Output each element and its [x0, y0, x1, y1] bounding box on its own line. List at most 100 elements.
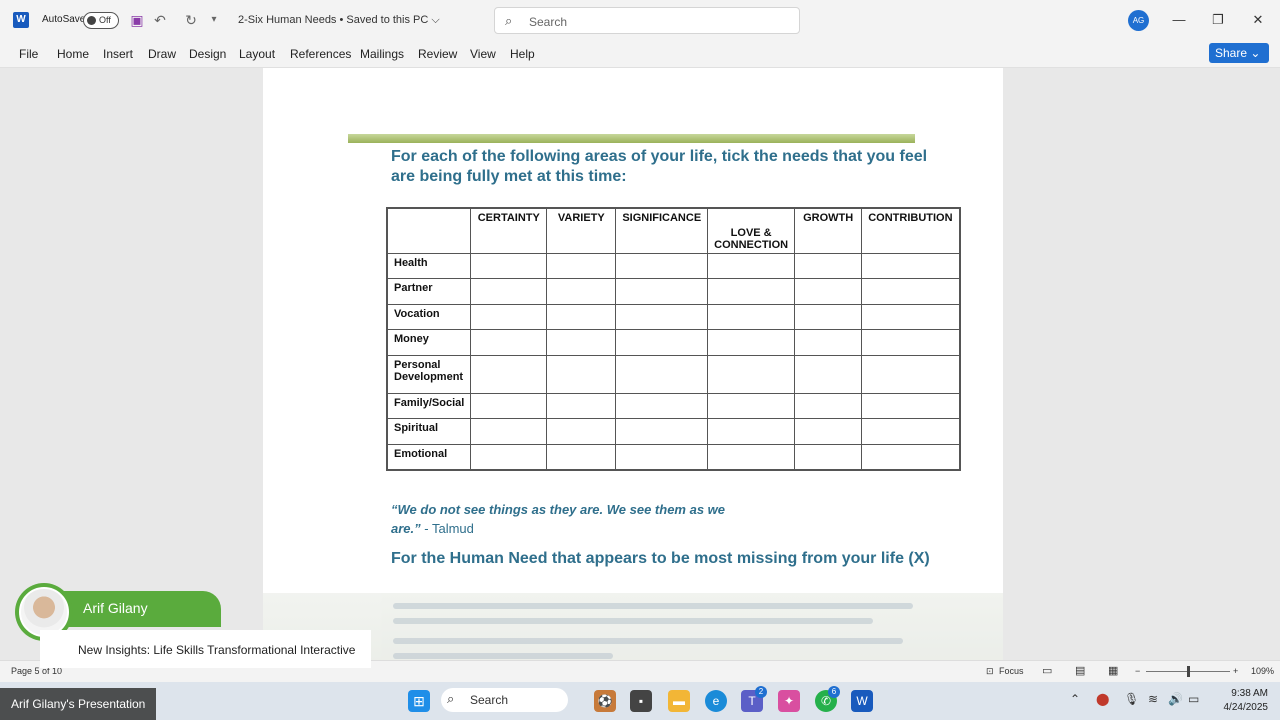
file-explorer-icon[interactable]: ▬	[668, 690, 690, 712]
table-cell[interactable]	[470, 443, 548, 470]
table-cell[interactable]	[615, 252, 709, 279]
tab-references[interactable]: References	[290, 47, 351, 61]
table-cell[interactable]	[861, 252, 961, 279]
zoom-slider-thumb[interactable]	[1187, 666, 1190, 677]
microphone-icon[interactable]: 🎙	[1124, 692, 1139, 706]
taskbar-clock[interactable]: 9:38 AM 4/24/2025	[1212, 687, 1269, 715]
table-row: Money	[386, 329, 961, 356]
table-cell[interactable]	[861, 418, 961, 445]
volume-icon[interactable]: 🔊	[1168, 692, 1183, 706]
table-cell[interactable]	[470, 278, 548, 305]
read-mode-icon[interactable]: ▭	[1042, 664, 1052, 677]
table-cell[interactable]	[546, 303, 617, 330]
word-taskbar-icon[interactable]: W	[851, 690, 873, 712]
presentation-caption: Arif Gilany's Presentation	[0, 688, 156, 720]
tab-file[interactable]: File	[19, 47, 38, 61]
table-cell[interactable]	[707, 443, 796, 470]
focus-icon[interactable]: ⊡	[986, 666, 994, 677]
table-cell[interactable]	[615, 329, 709, 356]
table-cell[interactable]	[615, 303, 709, 330]
table-cell[interactable]	[861, 443, 961, 470]
table-cell[interactable]	[794, 392, 863, 419]
table-cell[interactable]	[707, 252, 796, 279]
taskbar-search-label: Search	[470, 693, 509, 707]
table-cell[interactable]	[470, 303, 548, 330]
tray-overflow-icon[interactable]: ⌃	[1070, 692, 1080, 706]
tab-review[interactable]: Review	[418, 47, 457, 61]
table-cell[interactable]	[470, 392, 548, 419]
tab-insert[interactable]: Insert	[103, 47, 133, 61]
table-cell[interactable]	[546, 354, 617, 394]
table-cell[interactable]	[861, 329, 961, 356]
restore-icon[interactable]: ❐	[1208, 10, 1228, 30]
windows-start-icon[interactable]: ⊞	[408, 690, 430, 712]
tab-mailings[interactable]: Mailings	[360, 47, 404, 61]
table-cell[interactable]	[861, 354, 961, 394]
table-cell[interactable]	[546, 252, 617, 279]
table-cell[interactable]	[615, 278, 709, 305]
document-page[interactable]: For each of the following areas of your …	[263, 68, 1003, 668]
security-icon[interactable]: ⬤	[1096, 692, 1109, 706]
table-cell[interactable]	[470, 418, 548, 445]
table-cell[interactable]	[861, 392, 961, 419]
table-cell[interactable]	[546, 392, 617, 419]
table-cell[interactable]	[794, 278, 863, 305]
search-box[interactable]: ⌕ Search	[494, 7, 800, 34]
table-cell[interactable]	[615, 418, 709, 445]
table-cell[interactable]	[794, 354, 863, 394]
save-icon[interactable]: ▣	[128, 11, 146, 29]
table-cell[interactable]	[707, 354, 796, 394]
tab-draw[interactable]: Draw	[148, 47, 176, 61]
undo-icon[interactable]: ↶	[151, 11, 169, 29]
table-cell[interactable]	[615, 443, 709, 470]
minimize-icon[interactable]: —	[1169, 10, 1189, 30]
table-cell[interactable]	[470, 252, 548, 279]
presenter-name: Arif Gilany	[83, 600, 148, 616]
table-cell[interactable]	[794, 443, 863, 470]
table-cell[interactable]	[615, 354, 709, 394]
table-cell[interactable]	[615, 392, 709, 419]
table-cell[interactable]	[794, 418, 863, 445]
table-cell[interactable]	[794, 252, 863, 279]
tab-design[interactable]: Design	[189, 47, 226, 61]
table-cell[interactable]	[546, 418, 617, 445]
table-cell[interactable]	[470, 354, 548, 394]
table-cell[interactable]	[546, 278, 617, 305]
table-cell[interactable]	[861, 278, 961, 305]
table-cell[interactable]	[794, 329, 863, 356]
copilot-icon[interactable]: ✦	[778, 690, 800, 712]
table-cell[interactable]	[861, 303, 961, 330]
table-cell[interactable]	[707, 278, 796, 305]
table-cell[interactable]	[707, 418, 796, 445]
table-cell[interactable]	[707, 329, 796, 356]
tab-help[interactable]: Help	[510, 47, 535, 61]
autosave-toggle[interactable]: Off	[83, 12, 119, 29]
web-layout-icon[interactable]: ▦	[1108, 664, 1118, 677]
edge-browser-icon[interactable]: e	[705, 690, 727, 712]
tab-view[interactable]: View	[470, 47, 496, 61]
table-cell[interactable]	[707, 392, 796, 419]
table-cell[interactable]	[794, 303, 863, 330]
account-avatar[interactable]: AG	[1128, 10, 1149, 31]
print-layout-icon[interactable]: ▤	[1075, 664, 1085, 677]
zoom-out-icon[interactable]: −	[1135, 666, 1140, 676]
battery-icon[interactable]: ▭	[1188, 692, 1199, 706]
zoom-level[interactable]: 109%	[1251, 666, 1274, 676]
table-cell[interactable]	[546, 329, 617, 356]
blurred-line	[393, 603, 913, 609]
share-button[interactable]: Share ⌄	[1209, 43, 1269, 63]
tab-layout[interactable]: Layout	[239, 47, 275, 61]
table-cell[interactable]	[707, 303, 796, 330]
customize-toolbar-icon[interactable]: ▾	[205, 11, 223, 29]
table-cell[interactable]	[546, 443, 617, 470]
wifi-icon[interactable]: ≋	[1148, 692, 1158, 706]
widgets-icon[interactable]: ⚽	[594, 690, 616, 712]
document-title[interactable]: 2-Six Human Needs • Saved to this PC ⌵	[238, 14, 440, 27]
table-cell[interactable]	[470, 329, 548, 356]
close-icon[interactable]: ✕	[1248, 10, 1268, 30]
zoom-in-icon[interactable]: +	[1233, 666, 1238, 676]
task-view-icon[interactable]: ▪	[630, 690, 652, 712]
redo-icon[interactable]: ↻	[182, 11, 200, 29]
focus-mode-button[interactable]: Focus	[999, 666, 1024, 676]
tab-home[interactable]: Home	[57, 47, 89, 61]
